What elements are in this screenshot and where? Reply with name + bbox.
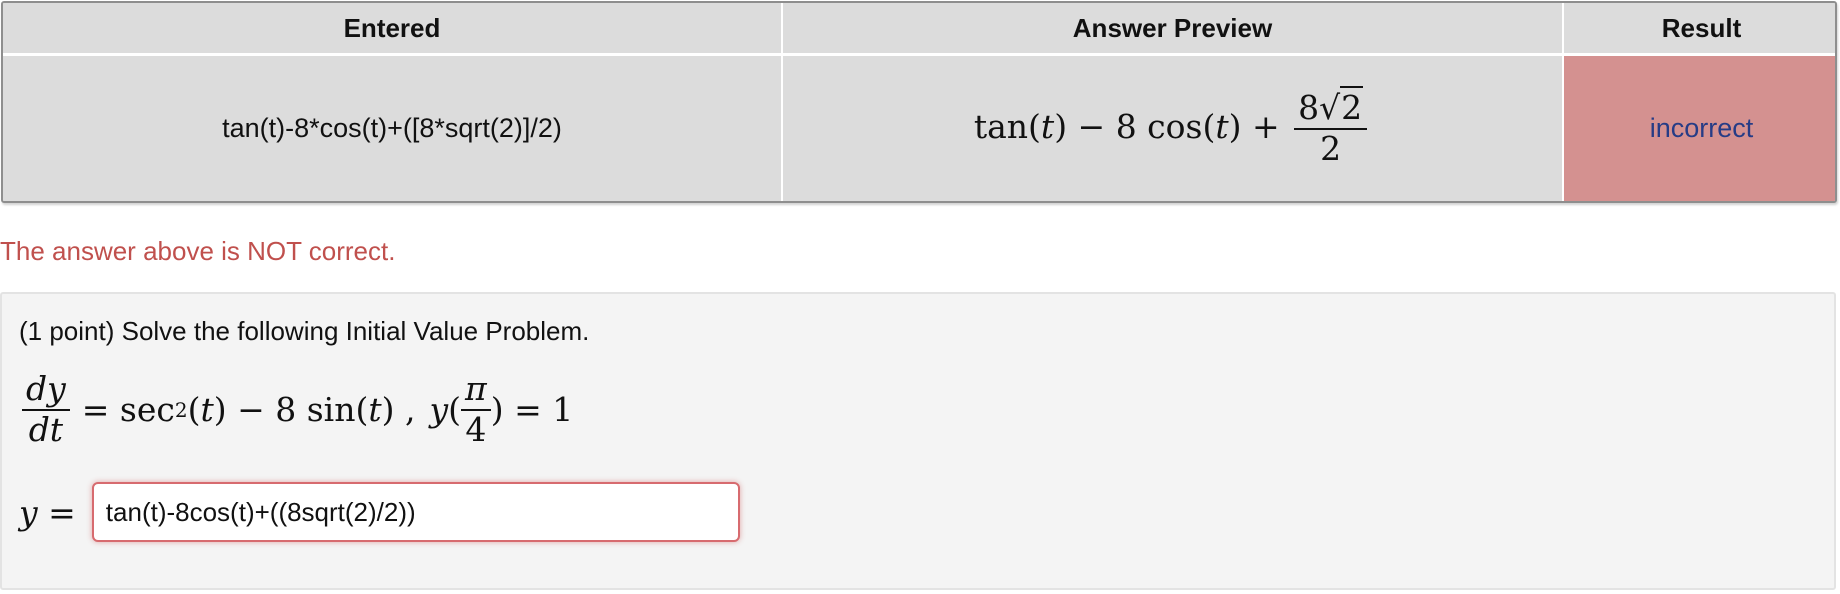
derivative-denominator: dt xyxy=(28,409,64,449)
preview-tan: tan( xyxy=(973,106,1041,146)
preview-var-t: t xyxy=(1215,106,1229,146)
problem-prompt: (1 point) Solve the following Initial Va… xyxy=(19,316,590,346)
eq-sec: = sec xyxy=(81,390,175,430)
preview-coef: 8 xyxy=(1298,87,1320,127)
preview-fraction: 8√2 2 xyxy=(1294,85,1368,168)
differential-equation: dy dt = sec 2(t) − 8 sin(t) , y( π 4 ) = … xyxy=(18,371,574,449)
preview-cos: ) − 8 cos( xyxy=(1054,106,1216,146)
cond-denominator: 4 xyxy=(465,409,487,449)
header-answer-preview: Answer Preview xyxy=(782,3,1564,56)
preview-radicand: 2 xyxy=(1340,85,1364,127)
status-message: The answer above is NOT correct. xyxy=(0,236,396,266)
initial-condition-fn: y xyxy=(429,390,449,430)
eq-var-t: t xyxy=(200,390,214,430)
result-status-cell: incorrect xyxy=(1563,54,1835,201)
header-result: Result xyxy=(1563,3,1835,56)
preview-fraction-denominator: 2 xyxy=(1320,128,1342,168)
answer-row: y = xyxy=(19,482,740,542)
eq-sin: ) − 8 sin( xyxy=(213,390,369,430)
problem-panel: (1 point) Solve the following Initial Va… xyxy=(0,292,1836,590)
header-entered: Entered xyxy=(3,3,783,56)
preview-fraction-numerator: 8√2 xyxy=(1294,85,1368,130)
cond-paren-open: ( xyxy=(448,390,462,430)
answer-preview-math: tan(t) − 8 cos(t) + 8√2 2 xyxy=(973,85,1371,165)
entered-answer-cell: tan(t)-8*cos(t)+([8*sqrt(2)]/2) xyxy=(3,54,783,201)
pi-over-four-fraction: π 4 xyxy=(461,371,491,449)
eq-power: 2 xyxy=(174,397,188,422)
eq-comma: ) , xyxy=(381,390,416,430)
answer-preview-cell: tan(t) − 8 cos(t) + 8√2 2 xyxy=(782,54,1564,201)
results-row: tan(t)-8*cos(t)+([8*sqrt(2)]/2) tan(t) −… xyxy=(3,54,1835,201)
results-table: Entered Answer Preview Result tan(t)-8*c… xyxy=(1,1,1837,203)
eq-paren-open: ( xyxy=(187,390,201,430)
derivative-fraction: dy dt xyxy=(22,371,70,449)
cond-equals-one: ) = 1 xyxy=(490,390,574,430)
sqrt-symbol: √2 xyxy=(1319,85,1364,127)
preview-var-t: t xyxy=(1040,106,1055,146)
answer-label-text: y = xyxy=(19,492,76,532)
results-header-row: Entered Answer Preview Result xyxy=(3,3,1835,56)
preview-plus: ) + xyxy=(1228,106,1280,146)
derivative-numerator: dy xyxy=(22,371,70,411)
eq-var-t: t xyxy=(368,390,382,430)
answer-input[interactable] xyxy=(91,482,740,542)
answer-label: y = xyxy=(19,493,76,532)
pi-symbol: π xyxy=(461,371,491,411)
